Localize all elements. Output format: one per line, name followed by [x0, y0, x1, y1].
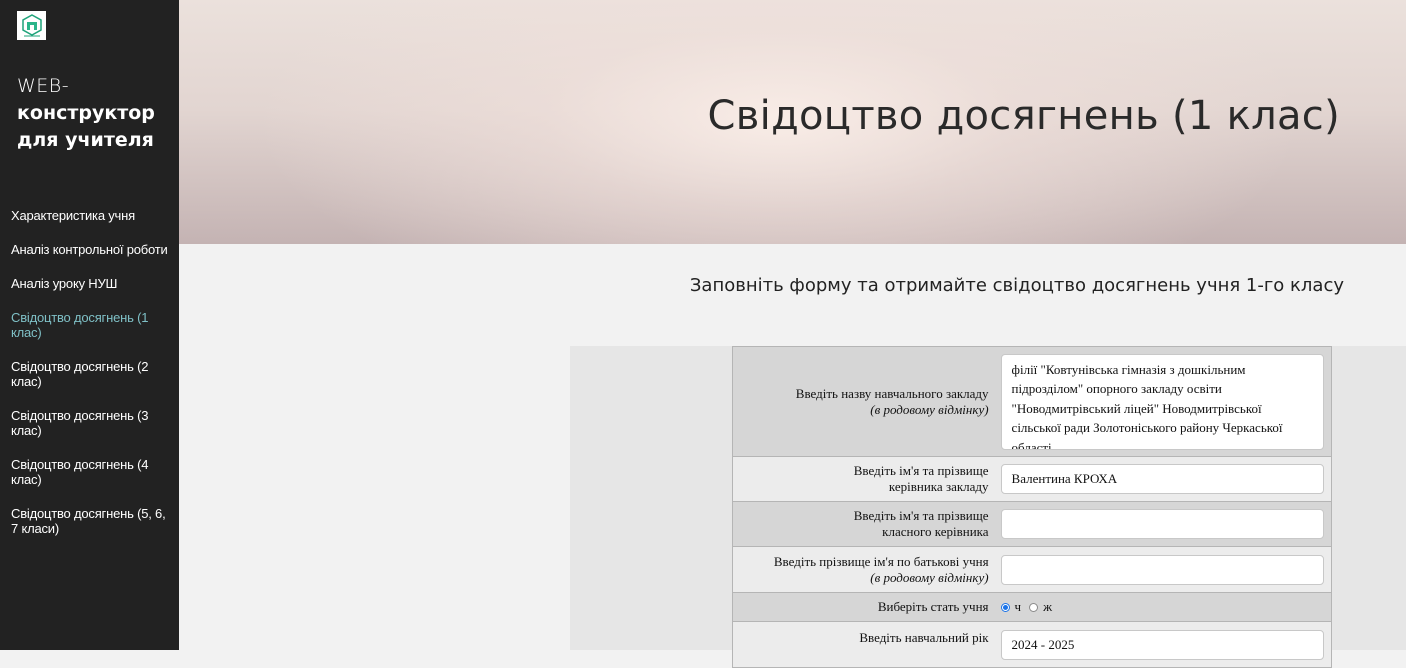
- sidebar-item-certificate-4[interactable]: Свідоцтво досягнень (4 клас): [11, 457, 173, 487]
- school-logo-icon[interactable]: [17, 11, 46, 40]
- form-row-school: Введіть назву навчального закладу (в род…: [731, 346, 1332, 457]
- teacher-label-line2: класного керівника: [882, 524, 989, 539]
- gender-radio-group: ч ж: [1000, 598, 1324, 616]
- school-label-text: Введіть назву навчального закладу: [795, 385, 989, 401]
- year-label: Введіть навчальний рік: [731, 621, 1001, 668]
- school-year-input[interactable]: 2024 - 2025: [1000, 629, 1324, 660]
- site-title[interactable]: WEB- конструктор для учителя: [17, 73, 177, 154]
- gender-radio-male[interactable]: [1000, 602, 1010, 612]
- certificate-form: Введіть назву навчального закладу (в род…: [731, 346, 1332, 668]
- school-building-logo-icon: [21, 13, 42, 36]
- sidebar-item-test-analysis[interactable]: Аналіз контрольної роботи: [11, 242, 173, 257]
- sidebar-item-certificate-1[interactable]: Свідоцтво досягнень (1 клас): [11, 310, 173, 340]
- teacher-label-line1: Введіть ім'я та прізвище: [853, 508, 989, 523]
- school-name-textarea[interactable]: філії "Ковтунівська гімназія з дошкільни…: [1000, 353, 1324, 450]
- director-name-input[interactable]: Валентина КРОХА: [1000, 464, 1324, 494]
- year-label-text: Введіть навчальний рік: [859, 630, 989, 645]
- sidebar-item-lesson-analysis[interactable]: Аналіз уроку НУШ: [11, 276, 173, 291]
- sidebar-item-student-characteristic[interactable]: Характеристика учня: [11, 208, 173, 223]
- sidebar-item-certificate-3[interactable]: Свідоцтво досягнень (3 клас): [11, 408, 173, 438]
- director-label: Введіть ім'я та прізвище керівника закла…: [731, 456, 1001, 502]
- form-row-director: Введіть ім'я та прізвище керівника закла…: [731, 456, 1332, 502]
- form-row-student: Введіть прізвище ім'я по батькові учня (…: [731, 546, 1332, 593]
- teacher-name-input[interactable]: [1000, 509, 1324, 539]
- school-label-hint: (в родовому відмінку): [870, 401, 989, 417]
- page-title: Свідоцтво досягнень (1 клас): [707, 93, 1340, 139]
- teacher-field-cell: [1000, 501, 1332, 547]
- student-field-cell: [1000, 546, 1332, 593]
- teacher-label: Введіть ім'я та прізвище класного керівн…: [731, 501, 1001, 547]
- student-label-text: Введіть прізвище ім'я по батькові учня: [773, 553, 989, 569]
- director-field-cell: Валентина КРОХА: [1000, 456, 1332, 502]
- site-title-main: конструктор для учителя: [17, 102, 155, 151]
- form-row-teacher: Введіть ім'я та прізвище класного керівн…: [731, 501, 1332, 547]
- sidebar-nav: Характеристика учня Аналіз контрольної р…: [11, 208, 173, 555]
- sidebar-item-certificate-2[interactable]: Свідоцтво досягнень (2 клас): [11, 359, 173, 389]
- page-subtitle: Заповніть форму та отримайте свідоцтво д…: [689, 275, 1344, 296]
- form-row-year: Введіть навчальний рік 2024 - 2025: [731, 621, 1332, 668]
- gender-field-cell: ч ж: [1000, 592, 1332, 622]
- form-row-gender: Виберіть стать учня ч ж: [731, 592, 1332, 622]
- gender-radio-male-label: ч: [1014, 599, 1022, 614]
- year-field-cell: 2024 - 2025: [1000, 621, 1332, 668]
- student-label-hint: (в родовому відмінку): [870, 569, 989, 585]
- sidebar: WEB- конструктор для учителя Характерист…: [0, 0, 179, 650]
- sidebar-item-certificate-5-7[interactable]: Свідоцтво досягнень (5, 6, 7 класи): [11, 506, 173, 536]
- gender-radio-female-label: ж: [1043, 599, 1053, 614]
- school-label: Введіть назву навчального закладу (в род…: [731, 346, 1001, 457]
- student-label: Введіть прізвище ім'я по батькові учня (…: [731, 546, 1001, 593]
- gender-radio-female[interactable]: [1029, 602, 1039, 612]
- gender-label: Виберіть стать учня: [731, 592, 1001, 622]
- site-title-prefix: WEB-: [17, 75, 70, 97]
- director-label-line1: Введіть ім'я та прізвище: [853, 463, 989, 478]
- school-field-cell: філії "Ковтунівська гімназія з дошкільни…: [1000, 346, 1332, 457]
- director-label-line2: керівника закладу: [888, 479, 989, 494]
- student-name-input[interactable]: [1000, 554, 1324, 585]
- hero-banner: Свідоцтво досягнень (1 клас): [179, 0, 1406, 244]
